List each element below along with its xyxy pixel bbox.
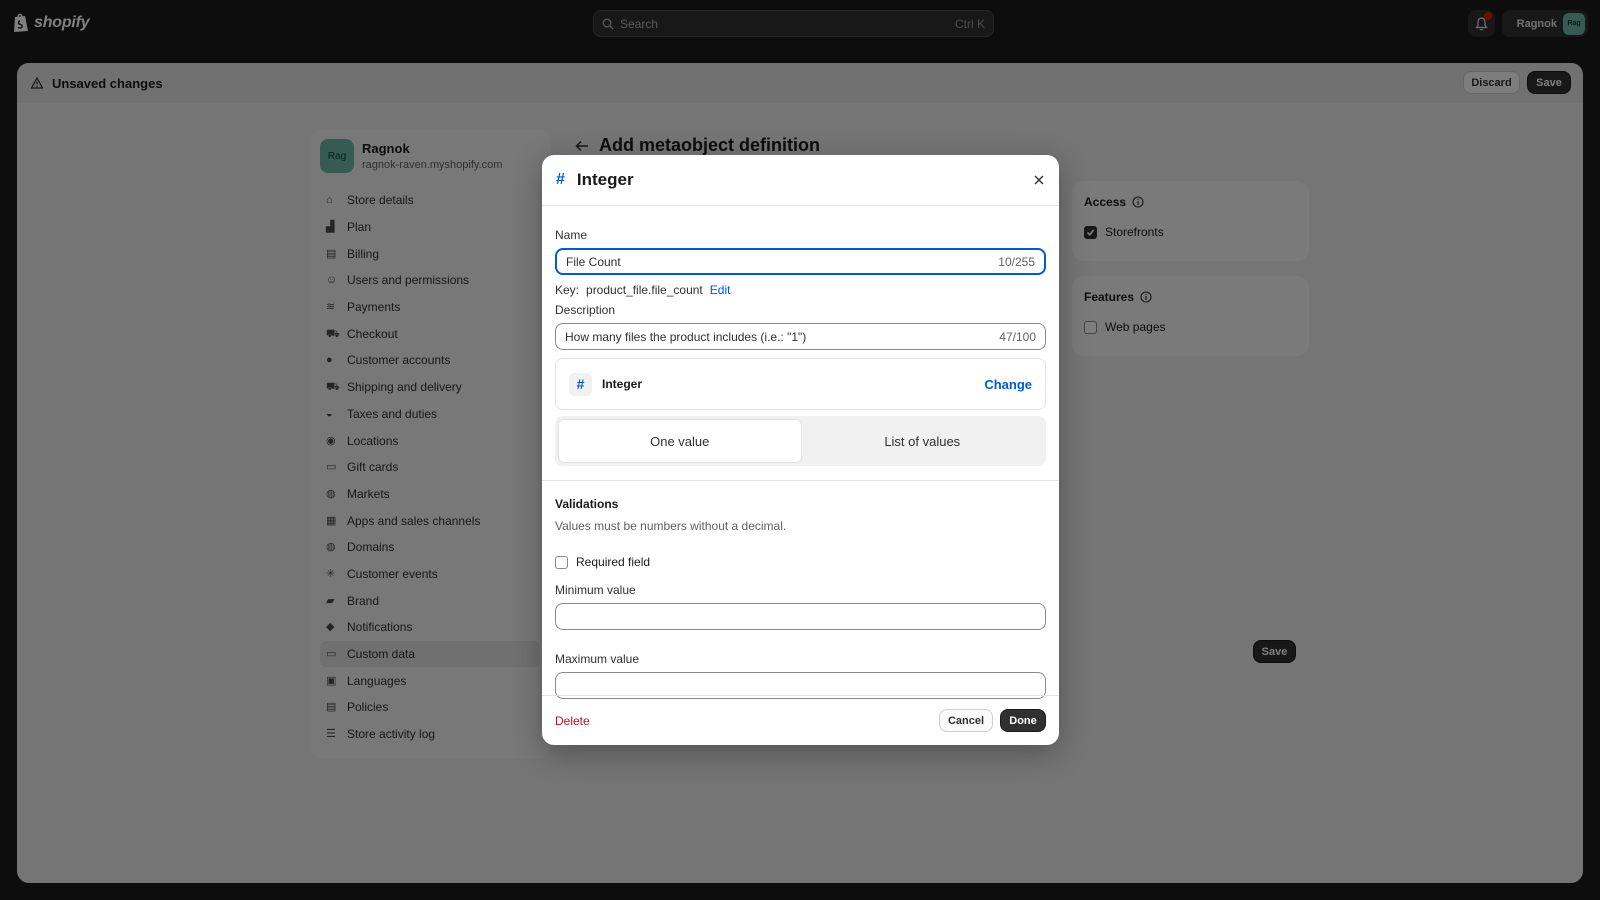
type-name: Integer [602, 377, 643, 391]
minimum-value-input[interactable] [555, 603, 1046, 630]
delete-button[interactable]: Delete [555, 714, 939, 728]
name-input[interactable]: File Count 10/255 [555, 248, 1046, 275]
description-value: How many files the product includes (i.e… [565, 329, 807, 344]
maximum-value-label: Maximum value [555, 652, 640, 666]
type-selector: # Integer Change [555, 358, 1046, 410]
done-button[interactable]: Done [1000, 709, 1046, 732]
field-definition-modal: # Integer Name File Count 10/255 Key: pr… [542, 155, 1059, 745]
modal-title: Integer [576, 170, 634, 189]
one-value-option[interactable]: One value [558, 419, 802, 463]
change-type-button[interactable]: Change [984, 377, 1032, 392]
key-value: product_file.file_count [586, 283, 703, 297]
minimum-value-label: Minimum value [555, 583, 636, 597]
modal-footer: Delete Cancel Done [542, 695, 1059, 745]
name-label: Name [555, 228, 588, 242]
required-field-label: Required field [576, 555, 651, 569]
cancel-button[interactable]: Cancel [939, 709, 993, 732]
list-of-values-option[interactable]: List of values [802, 419, 1044, 463]
hash-icon: # [569, 372, 592, 396]
key-label: Key: [555, 283, 580, 297]
section-divider [542, 480, 1059, 481]
required-field-checkbox[interactable] [555, 555, 568, 569]
name-value: File Count [566, 254, 621, 269]
value-mode-toggle: One value List of values [555, 416, 1046, 466]
validations-description: Values must be numbers without a decimal… [555, 519, 787, 533]
description-char-count: 47/100 [999, 329, 1036, 344]
close-icon[interactable] [1033, 174, 1045, 186]
description-label: Description [555, 303, 616, 317]
edit-key-link[interactable]: Edit [710, 283, 731, 297]
modal-header: # Integer [542, 155, 1059, 206]
key-row: Key: product_file.file_count Edit [555, 283, 1046, 297]
modal-body: Name File Count 10/255 Key: product_file… [542, 206, 1059, 699]
description-input[interactable]: How many files the product includes (i.e… [555, 323, 1046, 350]
name-char-count: 10/255 [998, 254, 1035, 269]
integer-type-icon: # [556, 171, 565, 188]
required-field-option[interactable]: Required field [555, 555, 1046, 569]
validations-title: Validations [555, 497, 619, 511]
